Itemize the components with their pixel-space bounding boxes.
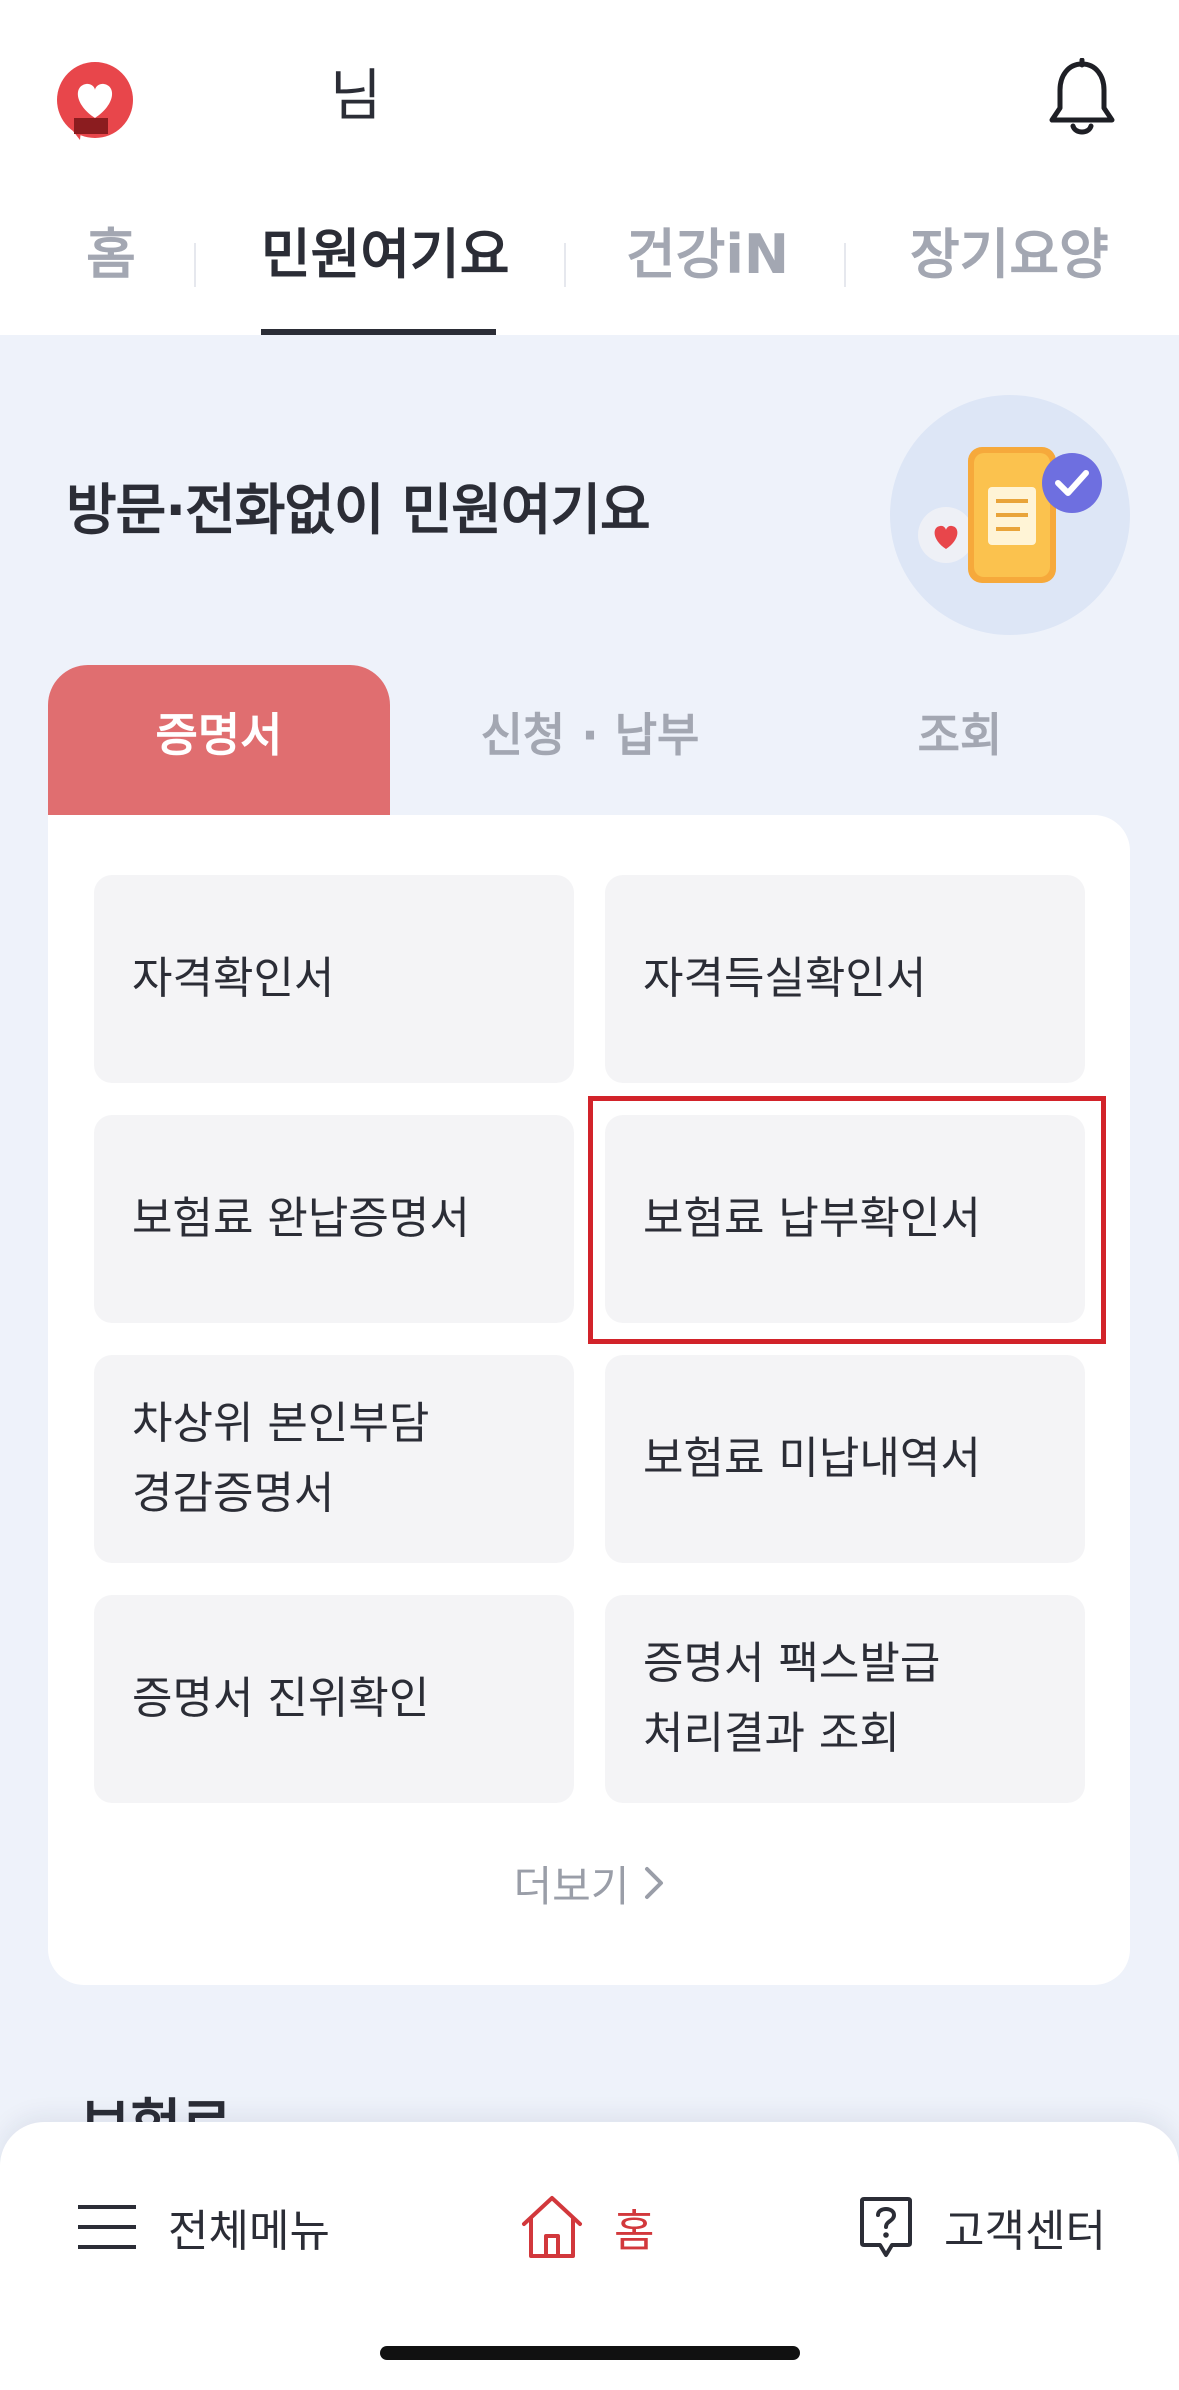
category-tab-apply-pay[interactable]: 신청 · 납부 — [430, 665, 750, 815]
tab-divider — [844, 243, 846, 287]
more-label: 더보기 — [513, 1862, 630, 1911]
tab-minwon[interactable]: 민원여기요 — [261, 205, 509, 335]
tile-unpaid-premium-statement[interactable]: 보험료 미납내역서 — [605, 1355, 1085, 1563]
heart-bubble-logo-icon[interactable] — [52, 60, 138, 146]
nav-all-menu[interactable]: 전체메뉴 — [76, 2172, 330, 2282]
tile-qualification-certificate[interactable]: 자격확인서 — [94, 875, 574, 1083]
tab-divider — [564, 243, 566, 287]
nav-label: 고객센터 — [944, 2206, 1106, 2257]
nav-label: 전체메뉴 — [168, 2206, 330, 2257]
question-bubble-icon — [860, 2197, 912, 2257]
tile-label: 자격확인서 — [132, 953, 335, 1004]
more-link[interactable]: 더보기 — [0, 1852, 1179, 1922]
tile-fax-issuance-result[interactable]: 증명서 팩스발급 처리결과 조회 — [605, 1595, 1085, 1803]
home-icon — [522, 2196, 582, 2258]
nav-customer-center[interactable]: 고객센터 — [858, 2172, 1106, 2282]
tile-premium-payment-confirmation[interactable]: 보험료 납부확인서 — [605, 1115, 1085, 1323]
category-tab-inquiry[interactable]: 조회 — [850, 665, 1070, 815]
tab-divider — [194, 243, 196, 287]
tile-certificate-verification[interactable]: 증명서 진위확인 — [94, 1595, 574, 1803]
tab-long-term-care[interactable]: 장기요양 — [910, 205, 1109, 335]
app-header: 님 홈 민원여기요 건강iN 장기요양 — [0, 0, 1179, 335]
document-check-illustration-icon — [890, 395, 1130, 635]
tile-copay-reduction-certificate[interactable]: 차상위 본인부담 경감증명서 — [94, 1355, 574, 1563]
tile-label: 보험료 미납내역서 — [643, 1433, 981, 1484]
tab-health-in[interactable]: 건강iN — [626, 205, 789, 335]
tile-label: 증명서 진위확인 — [132, 1673, 430, 1724]
tile-qualification-history[interactable]: 자격득실확인서 — [605, 875, 1085, 1083]
tile-label: 보험료 완납증명서 — [132, 1193, 470, 1244]
tile-label: 보험료 납부확인서 — [643, 1193, 981, 1244]
hero-title: 방문·전화없이 민원여기요 — [66, 478, 651, 542]
tile-label: 차상위 본인부담 경감증명서 — [132, 1398, 430, 1519]
home-indicator-bar — [380, 2346, 800, 2360]
tile-label: 증명서 팩스발급 처리결과 조회 — [643, 1638, 941, 1759]
bell-icon[interactable] — [1046, 58, 1118, 140]
tile-label: 자격득실확인서 — [643, 953, 927, 1004]
nav-label: 홈 — [614, 2206, 655, 2257]
greeting-text: 님 — [330, 64, 382, 129]
chevron-right-icon — [643, 1852, 665, 1922]
tile-premium-full-payment[interactable]: 보험료 완납증명서 — [94, 1115, 574, 1323]
tab-home[interactable]: 홈 — [76, 205, 146, 335]
nav-home[interactable]: 홈 — [520, 2172, 654, 2282]
category-tab-certificate[interactable]: 증명서 — [48, 665, 390, 815]
top-tab-bar: 홈 민원여기요 건강iN 장기요양 — [0, 205, 1179, 335]
hamburger-menu-icon — [78, 2205, 136, 2249]
